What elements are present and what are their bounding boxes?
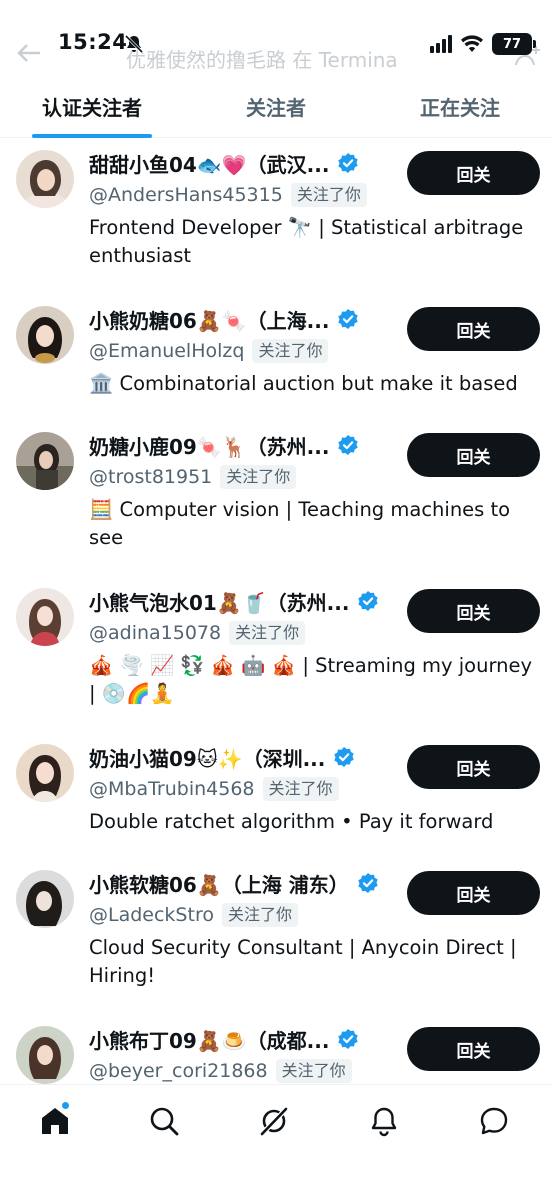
follower-list: 甜甜小鱼04🐟💗（武汉... @AndersHans45315 关注了你 Fro… [0, 138, 552, 1084]
verified-badge-icon [338, 309, 359, 329]
follow-back-button[interactable]: 回关 [407, 433, 540, 477]
follows-you-badge: 关注了你 [252, 339, 329, 363]
display-name[interactable]: 小熊气泡水01🧸🥤（苏州... [89, 587, 349, 616]
handle-line: @beyer_cori21868 关注了你 [89, 1057, 352, 1084]
user-bio: Cloud Security Consultant | Anycoin Dire… [89, 936, 517, 987]
follow-back-button[interactable]: 回关 [407, 151, 540, 195]
verified-badge-icon [338, 435, 359, 455]
follows-you-badge: 关注了你 [221, 903, 298, 927]
user-handle: @trost81951 [89, 466, 213, 488]
avatar[interactable] [16, 588, 74, 646]
follower-row[interactable]: 小熊软糖06🧸（上海 浦东） @LadeckStro 关注了你 Cloud Se… [0, 868, 552, 1018]
tab-label: 认证关注者 [42, 96, 142, 120]
display-name[interactable]: 奶油小猫09🐱✨（深圳... [89, 743, 325, 772]
nav-search[interactable] [146, 1103, 182, 1139]
handle-line: @LadeckStro 关注了你 [89, 901, 298, 929]
status-time: 15:24 [58, 30, 128, 54]
follower-row[interactable]: 奶糖小鹿09🍬🦌（苏州... @trost81951 关注了你 🧮 Comput… [0, 430, 552, 580]
name-line: 小熊布丁09🧸🍮（成都... [89, 1024, 359, 1054]
display-name[interactable]: 甜甜小鱼04🐟💗（武汉... [89, 149, 329, 178]
user-handle: @EmanuelHolzq [89, 340, 245, 362]
name-line: 小熊奶糖06🧸🍬（上海... [89, 304, 359, 334]
follow-back-button[interactable]: 回关 [407, 745, 540, 789]
nav-messages[interactable] [476, 1103, 512, 1139]
user-handle: @MbaTrubin4568 [89, 778, 255, 800]
follower-row[interactable]: 奶油小猫09🐱✨（深圳... @MbaTrubin4568 关注了你 Doubl… [0, 742, 552, 862]
name-line: 奶糖小鹿09🍬🦌（苏州... [89, 430, 359, 460]
notifications-icon [371, 1107, 397, 1137]
name-line: 甜甜小鱼04🐟💗（武汉... [89, 148, 359, 178]
handle-line: @EmanuelHolzq 关注了你 [89, 337, 329, 365]
search-icon [150, 1107, 179, 1136]
user-handle: @beyer_cori21868 [89, 1060, 268, 1082]
bell-muted-icon [124, 34, 144, 54]
user-bio: 🎪 🌪️ 📈 💱 🎪 🤖 🎪 | Streaming my journey | … [89, 654, 533, 705]
status-icons: 77 [430, 32, 536, 56]
handle-line: @AndersHans45315 关注了你 [89, 181, 367, 209]
avatar[interactable] [16, 1026, 74, 1084]
bottom-navigation [0, 1084, 552, 1200]
name-line: 小熊软糖06🧸（上海 浦东） [89, 868, 379, 898]
nav-notifications[interactable] [366, 1103, 402, 1139]
faded-header-title: 优雅使然的撸毛路 在 Termina [126, 48, 398, 72]
avatar[interactable] [16, 150, 74, 208]
verified-badge-icon [358, 873, 378, 893]
messages-icon [480, 1107, 508, 1135]
name-line: 奶油小猫09🐱✨（深圳... [89, 742, 355, 772]
follows-you-badge: 关注了你 [220, 465, 297, 489]
status-bar: 优雅使然的撸毛路 在 Termina 15:24 77 [0, 0, 552, 86]
follow-back-button[interactable]: 回关 [407, 307, 540, 351]
user-handle: @AndersHans45315 [89, 184, 283, 206]
follow-back-button[interactable]: 回关 [407, 1027, 540, 1071]
nav-home[interactable] [37, 1101, 73, 1139]
avatar[interactable] [16, 744, 74, 802]
back-arrow-icon [17, 44, 40, 62]
follow-back-button[interactable]: 回关 [407, 871, 540, 915]
cellular-signal-icon [430, 35, 452, 53]
display-name[interactable]: 小熊布丁09🧸🍮（成都... [89, 1025, 329, 1054]
follower-row[interactable]: 小熊布丁09🧸🍮（成都... @beyer_cori21868 关注了你 回关 [0, 1024, 552, 1084]
user-bio: 🧮 Computer vision | Teaching machines to… [89, 498, 511, 549]
verified-badge-icon [338, 153, 359, 173]
user-bio: 🏛️ Combinatorial auction but make it bas… [89, 372, 518, 395]
tab-label: 正在关注 [420, 96, 500, 120]
name-line: 小熊气泡水01🧸🥤（苏州... [89, 586, 379, 616]
follower-row[interactable]: 甜甜小鱼04🐟💗（武汉... @AndersHans45315 关注了你 Fro… [0, 148, 552, 298]
tab-following[interactable]: 正在关注 [368, 86, 552, 137]
follows-you-badge: 关注了你 [262, 777, 339, 801]
handle-line: @MbaTrubin4568 关注了你 [89, 775, 339, 803]
avatar[interactable] [16, 870, 74, 928]
verified-badge-icon [358, 591, 379, 611]
user-bio: Double ratchet algorithm • Pay it forwar… [89, 810, 494, 833]
handle-line: @adina15078 关注了你 [89, 619, 306, 647]
follower-row[interactable]: 小熊奶糖06🧸🍬（上海... @EmanuelHolzq 关注了你 🏛️ Com… [0, 304, 552, 424]
follow-back-button[interactable]: 回关 [407, 589, 540, 633]
display-name[interactable]: 小熊软糖06🧸（上海 浦东） [89, 869, 349, 898]
wifi-icon [461, 35, 483, 52]
avatar[interactable] [16, 432, 74, 490]
avatar[interactable] [16, 306, 74, 364]
display-name[interactable]: 奶糖小鹿09🍬🦌（苏州... [89, 431, 329, 460]
nav-grok[interactable] [256, 1103, 292, 1139]
handle-line: @trost81951 关注了你 [89, 463, 297, 491]
follows-you-badge: 关注了你 [229, 621, 306, 645]
tab-label: 关注者 [246, 96, 306, 120]
notification-dot [61, 1101, 70, 1110]
grok-icon [260, 1107, 288, 1136]
tab-followers[interactable]: 关注者 [184, 86, 368, 137]
user-bio: Frontend Developer 🔭 | Statistical arbit… [89, 216, 524, 267]
user-handle: @LadeckStro [89, 904, 214, 926]
battery-indicator: 77 [492, 33, 536, 55]
verified-badge-icon [334, 747, 355, 767]
follows-you-badge: 关注了你 [290, 183, 367, 207]
followers-tabs: 认证关注者 关注者 正在关注 [0, 86, 552, 138]
follows-you-badge: 关注了你 [275, 1059, 352, 1083]
follower-row[interactable]: 小熊气泡水01🧸🥤（苏州... @adina15078 关注了你 🎪 🌪️ 📈 … [0, 586, 552, 736]
user-handle: @adina15078 [89, 622, 222, 644]
display-name[interactable]: 小熊奶糖06🧸🍬（上海... [89, 305, 329, 334]
tab-verified-followers[interactable]: 认证关注者 [0, 86, 184, 138]
verified-badge-icon [338, 1029, 359, 1049]
